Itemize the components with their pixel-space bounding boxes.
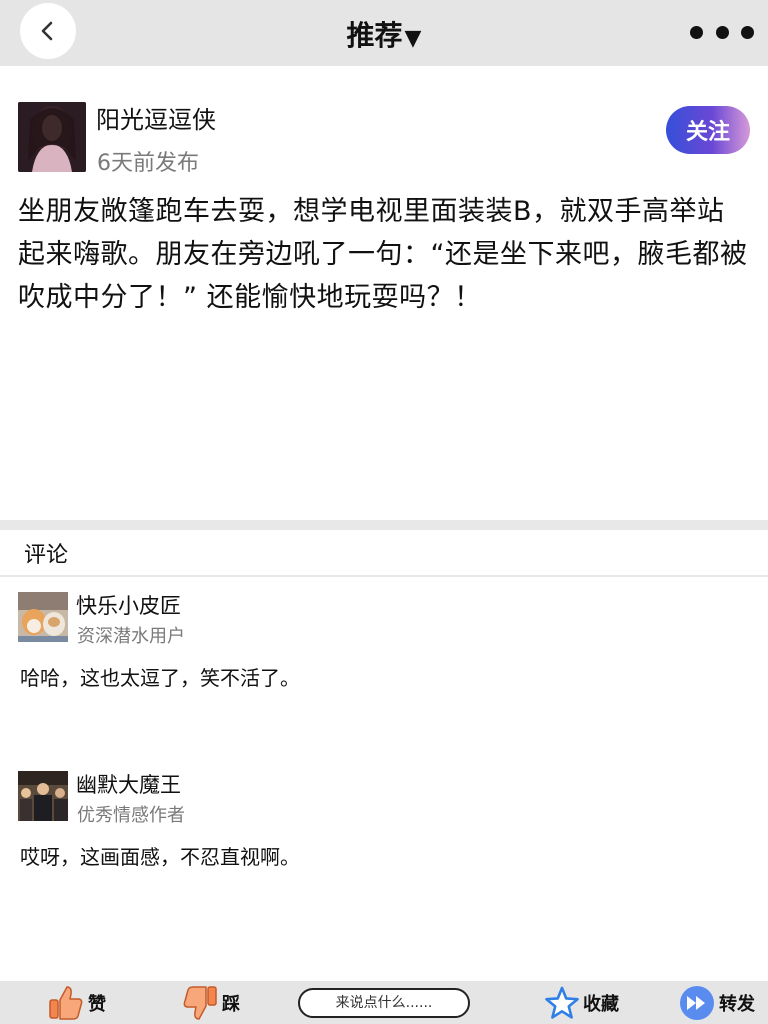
author-name[interactable]: 阳光逗逗侠 xyxy=(96,100,216,135)
favorite-button[interactable]: 收藏 xyxy=(545,981,619,1024)
section-divider xyxy=(0,520,768,530)
comments-heading: 评论 xyxy=(24,543,69,568)
dislike-label: 踩 xyxy=(222,993,240,1015)
post-detail-page: 推荐▼ 阳光逗逗侠 6天前发布 关注 坐朋友敞篷跑车去耍，想学电视里面装装B，就… xyxy=(0,0,768,1024)
commenter-avatar[interactable] xyxy=(18,771,68,821)
top-nav-bar: 推荐▼ xyxy=(0,0,768,66)
caret-down-icon: ▼ xyxy=(404,26,422,51)
feed-selector[interactable]: 推荐▼ xyxy=(0,14,768,54)
star-icon xyxy=(545,986,579,1019)
comment-item: 幽默大魔王 优秀情感作者 哎呀，这画面感，不忍直视啊。 xyxy=(0,771,768,941)
ellipsis-icon xyxy=(690,25,703,39)
comment-text: 哎呀，这画面感，不忍直视啊。 xyxy=(20,845,300,869)
post-time: 6天前发布 xyxy=(97,151,199,176)
follow-button[interactable]: 关注 xyxy=(666,106,750,154)
bottom-action-bar: 赞 踩 来说点什么...... 收藏 转发 xyxy=(0,981,768,1024)
commenter-title: 资深潜水用户 xyxy=(77,626,185,647)
avatar-image xyxy=(18,592,68,642)
divider xyxy=(0,575,768,577)
favorite-label: 收藏 xyxy=(583,993,619,1015)
commenter-name[interactable]: 快乐小皮匠 xyxy=(76,590,181,620)
comment-item: 快乐小皮匠 资深潜水用户 哈哈，这也太逗了，笑不活了。 xyxy=(0,592,768,762)
dislike-button[interactable]: 踩 xyxy=(182,981,240,1024)
fast-forward-icon xyxy=(680,985,714,1020)
commenter-title: 优秀情感作者 xyxy=(77,805,185,826)
ellipsis-icon xyxy=(741,25,754,39)
thumbs-up-icon xyxy=(49,985,83,1020)
nav-title-text: 推荐 xyxy=(346,19,403,52)
like-button[interactable]: 赞 xyxy=(48,981,106,1024)
avatar-image xyxy=(18,102,86,172)
comment-text: 哈哈，这也太逗了，笑不活了。 xyxy=(20,666,300,690)
commenter-name[interactable]: 幽默大魔王 xyxy=(76,769,181,799)
like-label: 赞 xyxy=(88,993,106,1015)
share-button[interactable]: 转发 xyxy=(679,981,755,1024)
avatar-image xyxy=(18,771,68,821)
thumbs-down-icon xyxy=(183,985,217,1020)
more-button[interactable] xyxy=(690,24,754,40)
author-avatar[interactable] xyxy=(18,102,86,172)
ellipsis-icon xyxy=(715,25,729,39)
comment-input[interactable]: 来说点什么...... xyxy=(298,988,470,1018)
commenter-avatar[interactable] xyxy=(18,592,68,642)
post-content: 坐朋友敞篷跑车去耍，想学电视里面装装B，就双手高举站起来嗨歌。朋友在旁边吼了一句… xyxy=(18,196,748,313)
share-label: 转发 xyxy=(719,993,755,1015)
